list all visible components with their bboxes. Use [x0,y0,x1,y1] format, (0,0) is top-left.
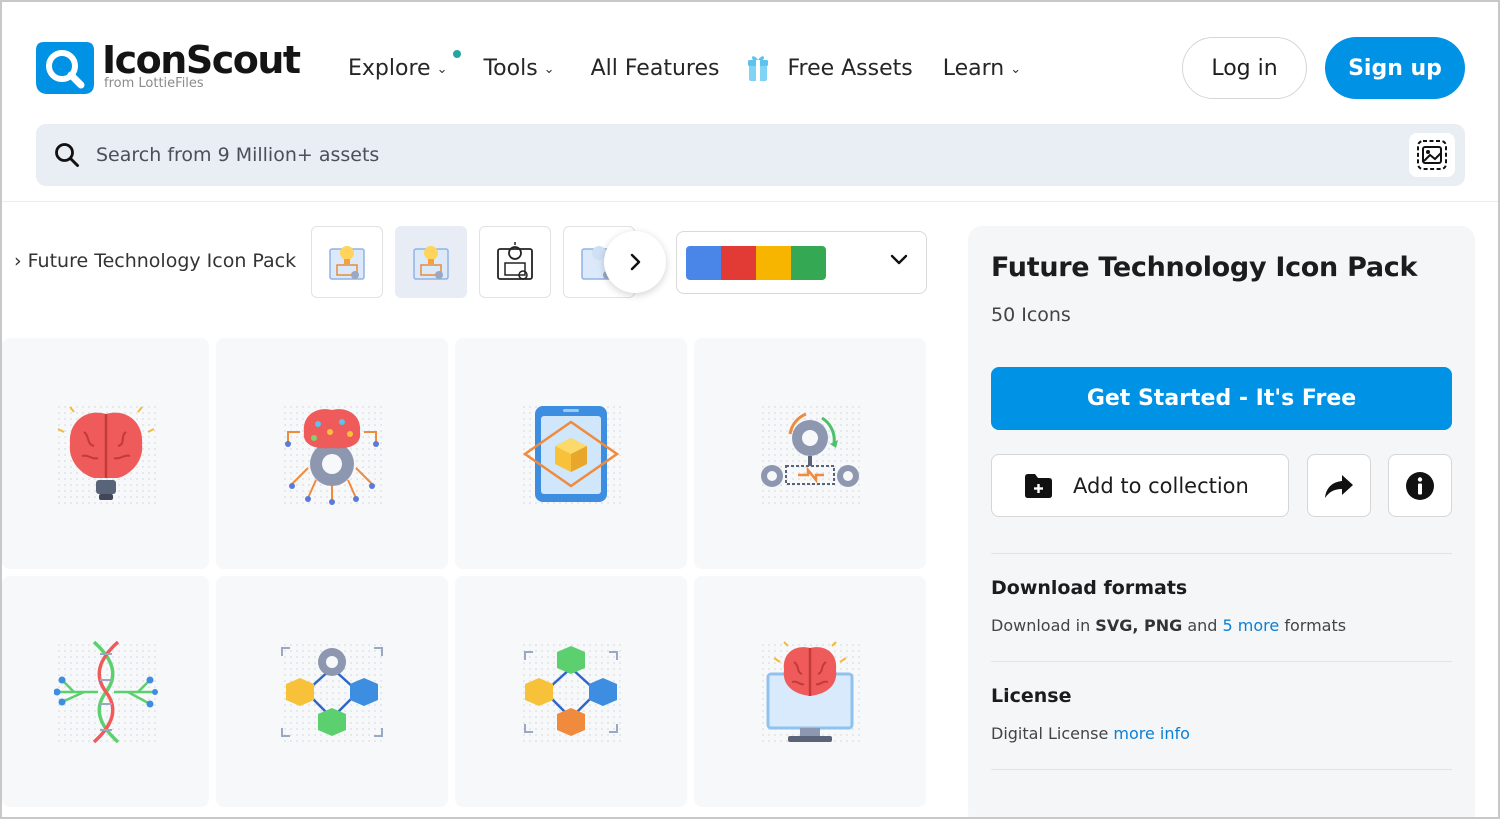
blueprint-outline-icon [497,242,533,280]
icon-card[interactable] [216,338,448,569]
chevron-down-icon [890,254,908,265]
nav-tools-label: Tools [483,55,538,81]
dna-network-icon [53,640,158,743]
icon-card[interactable] [694,576,926,807]
gear-workflow-icon [761,412,859,487]
nav-tools[interactable]: Tools ⌄ [483,56,554,81]
search-input[interactable] [96,144,1296,166]
icon-card[interactable] [455,576,687,807]
cube-blockchain-icon [524,645,618,736]
download-prefix: Download in [991,616,1091,635]
iconscout-logo-icon [34,38,96,96]
breadcrumb-chevron-icon: › [14,250,22,272]
download-format-list: SVG, PNG [1095,616,1183,635]
pack-icon-count: 50 Icons [991,304,1071,326]
divider [991,553,1452,554]
signup-button[interactable]: Sign up [1325,37,1465,99]
main-nav: Explore ⌄ Tools ⌄ All Features Free Asse… [348,49,1049,84]
add-to-collection-label: Add to collection [1073,473,1249,498]
info-icon [1406,471,1434,500]
license-text: Digital License more info [991,724,1190,743]
license-more-info-link[interactable]: more info [1113,724,1190,743]
breadcrumb-current[interactable]: Future Technology Icon Pack [28,250,296,272]
breadcrumb: › Future Technology Icon Pack [14,250,296,272]
cube-gear-network-icon [281,646,383,737]
download-and: and [1187,616,1218,635]
divider [991,769,1452,770]
new-indicator-dot [453,49,462,58]
download-formats-text: Download in SVG, PNG and 5 more formats [991,616,1346,635]
nav-free-assets[interactable]: Free Assets [747,53,913,83]
license-type: Digital License [991,724,1109,743]
pack-title: Future Technology Icon Pack [991,252,1418,283]
brain-monitor-icon [766,640,854,742]
nav-learn-label: Learn [942,55,1005,81]
brain-bulb-icon [57,405,154,500]
gift-icon [747,53,769,83]
swatch-yellow [756,245,791,280]
blueprint-bulb-icon [413,246,449,280]
chevron-down-icon: ⌄ [1010,61,1022,77]
search-icon [54,142,80,168]
add-to-collection-button[interactable]: Add to collection [991,454,1289,517]
get-started-button[interactable]: Get Started - It's Free [991,367,1452,430]
license-title: License [991,685,1072,707]
logo[interactable]: IconScout from LottieFiles [34,38,301,96]
image-search-icon [1417,140,1447,170]
icon-card[interactable] [455,338,687,569]
share-icon [1325,474,1353,498]
site-header: IconScout from LottieFiles Explore ⌄ Too… [2,2,1498,202]
divider [991,661,1452,662]
chevron-down-icon: ⌄ [543,61,555,77]
nav-learn[interactable]: Learn ⌄ [943,56,1021,81]
brain-gear-network-icon [285,408,379,505]
chevron-down-icon: ⌄ [436,61,448,77]
swatch-red [721,245,756,280]
icon-card[interactable] [2,576,209,807]
download-suffix: formats [1284,616,1347,635]
login-button[interactable]: Log in [1182,37,1307,99]
download-formats-title: Download formats [991,577,1188,599]
nav-all-features-label: All Features [590,55,720,81]
thumbnail-next-button[interactable] [604,231,666,293]
icon-card[interactable] [216,576,448,807]
search-bar [36,124,1465,186]
pack-details-panel: Future Technology Icon Pack 50 Icons Get… [968,226,1475,819]
pack-thumbnail-1[interactable] [311,226,383,298]
blueprint-bulb-icon [329,246,365,280]
nav-explore-label: Explore [348,55,431,81]
image-search-button[interactable] [1409,133,1455,177]
icon-card[interactable] [2,338,209,569]
icon-card[interactable] [694,338,926,569]
color-swatches [686,245,826,280]
share-button[interactable] [1307,454,1371,517]
chevron-right-icon [630,253,641,271]
info-button[interactable] [1388,454,1452,517]
more-formats-link[interactable]: 5 more [1223,616,1280,635]
pack-thumbnail-3[interactable] [479,226,551,298]
pack-thumbnail-strip [311,226,647,298]
nav-explore[interactable]: Explore ⌄ [348,49,462,81]
pack-thumbnail-2[interactable] [395,226,467,298]
color-style-select[interactable] [676,231,927,294]
folder-add-icon [1025,473,1052,498]
swatch-green [791,245,826,280]
nav-all-features[interactable]: All Features [591,56,720,81]
tablet-ar-cube-icon [522,405,620,502]
nav-free-assets-label: Free Assets [787,55,913,81]
swatch-blue [686,245,721,280]
